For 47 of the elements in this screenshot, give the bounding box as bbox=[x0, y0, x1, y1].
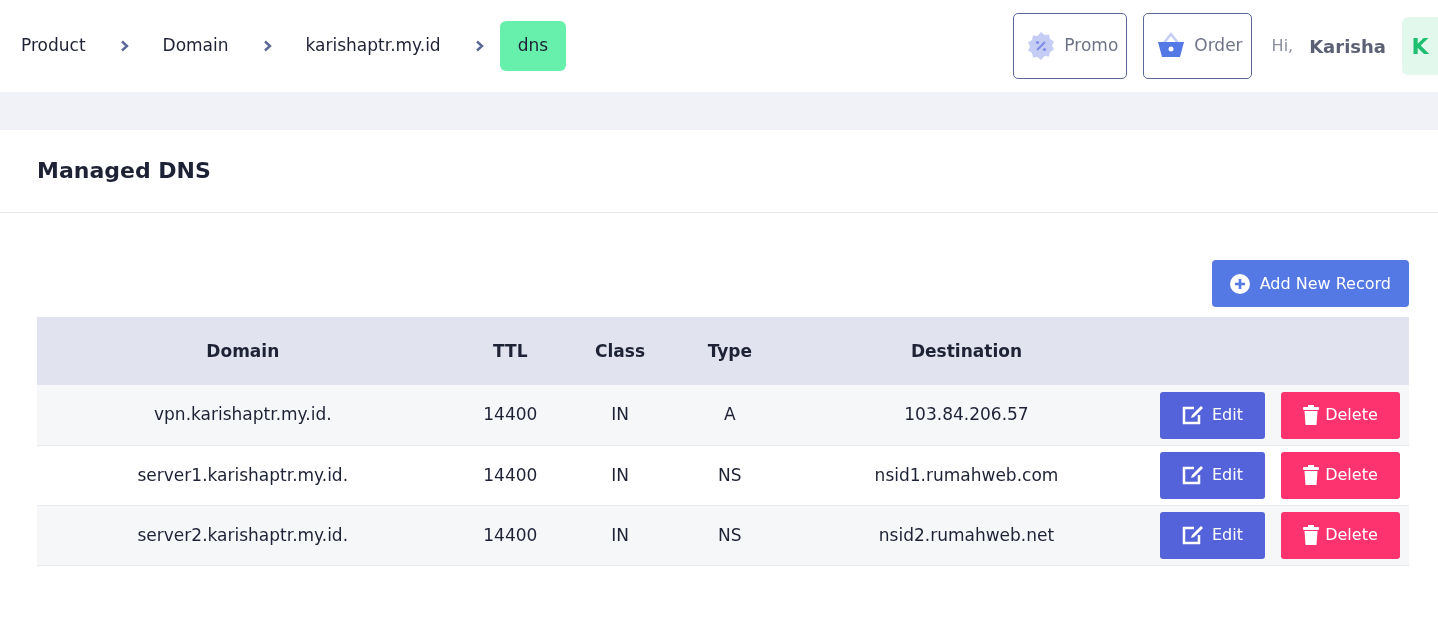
card-title: Managed DNS bbox=[37, 158, 212, 185]
edit-icon bbox=[1182, 405, 1204, 426]
table-cell: vpn.karishaptr.my.id. bbox=[37, 385, 449, 446]
table-cell: nsid2.rumahweb.net bbox=[791, 505, 1142, 566]
trash-icon bbox=[1303, 405, 1320, 426]
promo-button[interactable]: Promo bbox=[1013, 13, 1128, 79]
edit-icon bbox=[1182, 525, 1204, 546]
trash-icon bbox=[1303, 525, 1320, 546]
table-cell: 14400 bbox=[448, 385, 573, 446]
chevron-icon bbox=[119, 40, 129, 52]
table-cell: NS bbox=[668, 445, 792, 506]
edit-button[interactable]: Edit bbox=[1160, 391, 1265, 439]
table-cell: IN bbox=[572, 385, 669, 446]
table-cell: 103.84.206.57 bbox=[791, 385, 1142, 446]
edit-button[interactable]: Edit bbox=[1160, 511, 1265, 559]
badge-icon bbox=[1026, 31, 1057, 61]
column-header: Domain bbox=[37, 317, 449, 386]
table-cell: server2.karishaptr.my.id. bbox=[37, 505, 449, 566]
column-header: Class bbox=[572, 317, 669, 386]
column-header: Type bbox=[668, 317, 792, 386]
breadcrumb-link[interactable]: Domain bbox=[144, 21, 247, 71]
greeting-text: Hi, bbox=[1271, 35, 1294, 57]
delete-button[interactable]: Delete bbox=[1281, 451, 1400, 499]
table-cell: 14400 bbox=[448, 445, 573, 506]
order-button[interactable]: Order bbox=[1143, 13, 1252, 79]
delete-button[interactable]: Delete bbox=[1281, 511, 1400, 559]
table-cell: nsid1.rumahweb.com bbox=[791, 445, 1142, 506]
chevron-icon bbox=[262, 40, 272, 52]
table-cell: 14400 bbox=[448, 505, 573, 566]
edit-icon bbox=[1182, 465, 1204, 486]
table-cell: server1.karishaptr.my.id. bbox=[37, 445, 449, 506]
breadcrumb-link[interactable]: Product bbox=[21, 21, 104, 71]
breadcrumb-link[interactable]: karishaptr.my.id bbox=[287, 21, 459, 71]
trash-icon bbox=[1303, 465, 1320, 486]
table-cell: A bbox=[668, 385, 792, 446]
user-name: Karisha bbox=[1309, 34, 1386, 59]
breadcrumb-link[interactable]: dns bbox=[499, 21, 567, 71]
table-cell: NS bbox=[668, 505, 792, 566]
chevron-icon bbox=[474, 40, 484, 52]
column-header: Destination bbox=[791, 317, 1142, 386]
plus-circle-icon bbox=[1229, 273, 1250, 294]
edit-button[interactable]: Edit bbox=[1160, 451, 1265, 499]
add-record-button[interactable]: Add New Record bbox=[1211, 260, 1409, 308]
table-cell: IN bbox=[572, 445, 669, 506]
column-header: TTL bbox=[448, 317, 573, 386]
table-cell: IN bbox=[572, 505, 669, 566]
delete-button[interactable]: Delete bbox=[1281, 391, 1400, 439]
